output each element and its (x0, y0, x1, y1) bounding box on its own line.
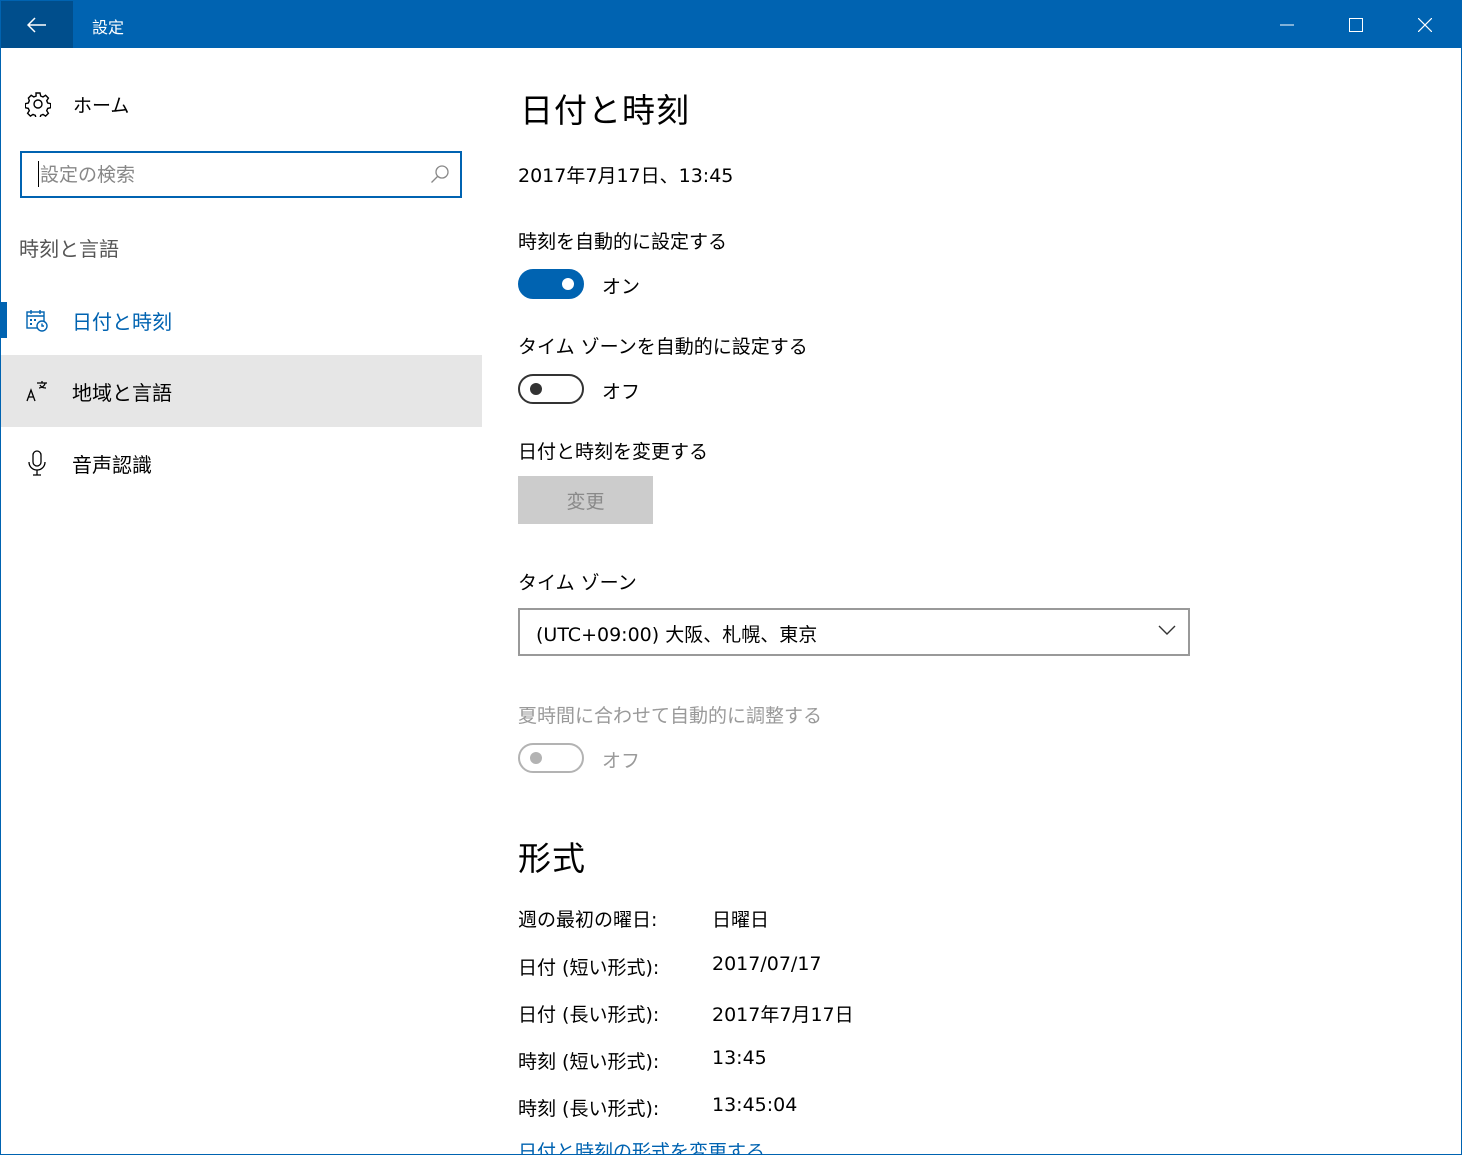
format-key: 日付 (短い形式): (518, 957, 660, 979)
change-datetime-button[interactable]: 変更 (518, 476, 653, 524)
search-box[interactable] (20, 151, 462, 198)
dst-toggle (518, 743, 584, 773)
close-button[interactable] (1391, 1, 1459, 48)
calendar-clock-icon (26, 310, 48, 332)
chevron-down-icon (1158, 625, 1176, 635)
settings-window: 設定 ホーム 設定の検索 時刻と言語 日付と時刻 地域と言語 音声認識 日付と時… (0, 0, 1462, 1155)
minimize-icon (1280, 24, 1294, 25)
sidebar-item-label: 日付と時刻 (72, 309, 172, 334)
back-arrow-icon (27, 16, 46, 33)
language-icon (26, 381, 47, 402)
search-input[interactable] (38, 159, 422, 191)
timezone-value: (UTC+09:00) 大阪、札幌、東京 (536, 624, 818, 646)
timezone-label: タイム ゾーン (518, 572, 637, 594)
auto-timezone-state: オフ (602, 381, 641, 403)
search-icon[interactable] (430, 164, 450, 184)
close-icon (1418, 17, 1432, 32)
format-value: 13:45 (712, 1047, 767, 1069)
auto-timezone-toggle[interactable] (518, 374, 584, 404)
sidebar: ホーム 時刻と言語 (1, 48, 482, 1154)
format-key: 時刻 (短い形式): (518, 1051, 660, 1073)
auto-time-label: 時刻を自動的に設定する (518, 231, 728, 253)
toggle-knob (530, 383, 542, 395)
page-title: 日付と時刻 (520, 91, 690, 130)
format-key: 日付 (長い形式): (518, 1004, 660, 1026)
selection-indicator (1, 302, 7, 338)
current-datetime: 2017年7月17日、13:45 (518, 165, 734, 187)
format-value: 13:45:04 (712, 1094, 798, 1116)
sidebar-item-label: 地域と言語 (72, 380, 172, 405)
auto-time-toggle[interactable] (518, 269, 584, 299)
maximize-button[interactable] (1322, 1, 1390, 48)
formats-section-title: 形式 (518, 839, 586, 878)
home-label: ホーム (73, 94, 130, 117)
maximize-icon (1349, 17, 1363, 32)
minimize-button[interactable] (1253, 1, 1321, 48)
change-formats-link[interactable]: 日付と時刻の形式を変更する (518, 1137, 765, 1154)
auto-timezone-label: タイム ゾーンを自動的に設定する (518, 336, 808, 358)
format-key: 週の最初の曜日: (518, 909, 658, 931)
dst-state: オフ (602, 750, 641, 772)
sidebar-item-region-language[interactable]: 地域と言語 (1, 355, 482, 427)
title-bar: 設定 (1, 1, 1461, 48)
main-content: 日付と時刻 2017年7月17日、13:45 時刻を自動的に設定する オン タイ… (518, 48, 1418, 1154)
toggle-knob (562, 278, 574, 290)
timezone-dropdown[interactable]: (UTC+09:00) 大阪、札幌、東京 (518, 608, 1190, 656)
microphone-icon (28, 450, 46, 476)
sidebar-item-speech[interactable]: 音声認識 (1, 427, 482, 499)
gear-icon (25, 92, 51, 117)
format-key: 時刻 (長い形式): (518, 1098, 660, 1120)
home-link[interactable]: ホーム (25, 90, 129, 118)
change-datetime-label: 日付と時刻を変更する (518, 441, 709, 463)
toggle-knob (530, 752, 542, 764)
dst-label: 夏時間に合わせて自動的に調整する (518, 705, 823, 727)
auto-time-state: オン (602, 276, 641, 298)
format-value: 2017/07/17 (712, 953, 822, 975)
sidebar-item-date-time[interactable]: 日付と時刻 (1, 284, 482, 356)
format-value: 2017年7月17日 (712, 1004, 854, 1026)
sidebar-item-label: 音声認識 (72, 452, 152, 477)
back-button[interactable] (1, 1, 73, 48)
format-value: 日曜日 (712, 909, 770, 931)
sidebar-section-label: 時刻と言語 (19, 237, 119, 261)
window-title: 設定 (92, 18, 125, 37)
